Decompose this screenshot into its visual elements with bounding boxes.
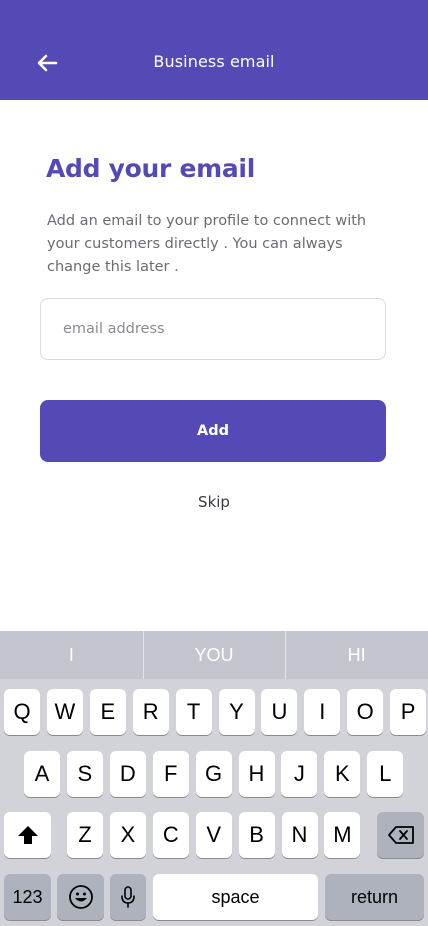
key-v[interactable]: V bbox=[195, 812, 232, 858]
page-title: Business email bbox=[153, 52, 275, 71]
keyboard: I YOU HI QWERTYUIOP ASDFGHJKL ZXCVBNM 12… bbox=[0, 631, 428, 926]
key-y[interactable]: Y bbox=[218, 689, 255, 735]
key-l[interactable]: L bbox=[367, 751, 404, 797]
key-z[interactable]: Z bbox=[67, 812, 103, 858]
section-heading: Add your email bbox=[46, 154, 255, 183]
return-key[interactable]: return bbox=[325, 874, 424, 920]
key-j[interactable]: J bbox=[281, 751, 318, 797]
suggestion-item[interactable]: I bbox=[0, 631, 143, 679]
email-field[interactable] bbox=[40, 298, 386, 360]
numbers-key[interactable]: 123 bbox=[4, 874, 51, 920]
key-c[interactable]: C bbox=[152, 812, 189, 858]
suggestion-item[interactable]: YOU bbox=[142, 631, 286, 679]
add-button[interactable]: Add bbox=[40, 400, 386, 462]
key-d[interactable]: D bbox=[109, 751, 146, 797]
app-header: Business email bbox=[0, 0, 428, 100]
key-n[interactable]: N bbox=[281, 812, 318, 858]
key-s[interactable]: S bbox=[66, 751, 103, 797]
key-f[interactable]: F bbox=[152, 751, 189, 797]
key-b[interactable]: B bbox=[238, 812, 275, 858]
key-p[interactable]: P bbox=[390, 689, 427, 735]
key-t[interactable]: T bbox=[175, 689, 212, 735]
key-u[interactable]: U bbox=[261, 689, 298, 735]
microphone-icon bbox=[121, 886, 135, 908]
backspace-icon bbox=[387, 826, 414, 844]
key-m[interactable]: M bbox=[324, 812, 361, 858]
key-h[interactable]: H bbox=[238, 751, 275, 797]
key-x[interactable]: X bbox=[109, 812, 146, 858]
key-o[interactable]: O bbox=[347, 689, 384, 735]
emoji-key[interactable] bbox=[57, 874, 104, 920]
key-q[interactable]: Q bbox=[4, 689, 40, 735]
key-e[interactable]: E bbox=[89, 689, 126, 735]
delete-key[interactable] bbox=[377, 812, 424, 858]
suggestion-item[interactable]: HI bbox=[285, 631, 428, 679]
shift-key[interactable] bbox=[4, 812, 51, 858]
key-k[interactable]: K bbox=[324, 751, 361, 797]
key-i[interactable]: I bbox=[304, 689, 341, 735]
suggestion-bar: I YOU HI bbox=[0, 631, 428, 679]
emoji-icon bbox=[68, 885, 93, 909]
key-a[interactable]: A bbox=[24, 751, 60, 797]
space-key[interactable]: space bbox=[153, 874, 318, 920]
key-w[interactable]: W bbox=[46, 689, 83, 735]
shift-icon bbox=[17, 826, 38, 844]
key-g[interactable]: G bbox=[195, 751, 232, 797]
skip-button[interactable]: Skip bbox=[0, 493, 428, 511]
section-description: Add an email to your profile to connect … bbox=[47, 213, 367, 275]
microphone-key[interactable] bbox=[110, 874, 146, 920]
key-r[interactable]: R bbox=[132, 689, 169, 735]
